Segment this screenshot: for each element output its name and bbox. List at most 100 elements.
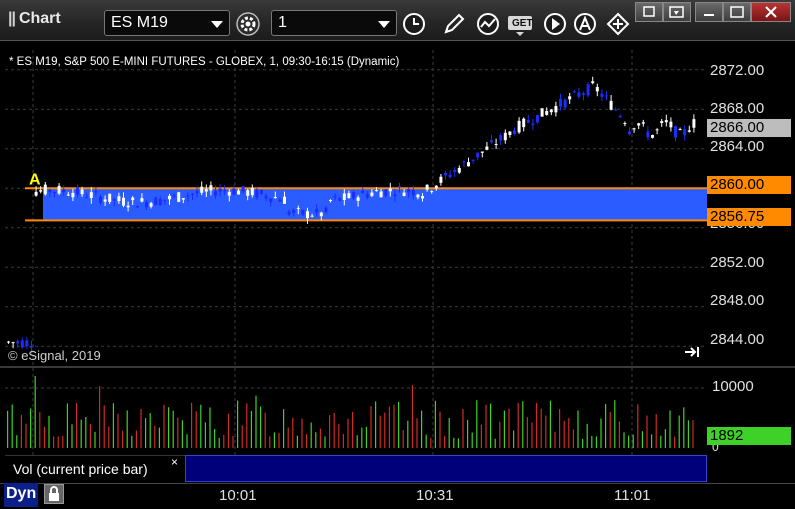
- alerts-button[interactable]: [571, 10, 599, 38]
- candle-body: [517, 120, 521, 133]
- scroll-right-icon[interactable]: [685, 347, 699, 357]
- volume-bar: [586, 423, 588, 448]
- candle-body: [342, 193, 346, 200]
- volume-bar: [591, 436, 593, 448]
- settings-button[interactable]: [234, 10, 262, 38]
- volume-study-label[interactable]: Vol (current price bar): [5, 455, 185, 483]
- volume-bar: [421, 410, 423, 448]
- candle-body: [333, 196, 337, 198]
- volume-bar: [283, 409, 285, 448]
- candle-body: [678, 129, 682, 131]
- volume-bar: [103, 405, 105, 448]
- candle-body: [453, 169, 457, 172]
- volume-bar: [416, 418, 418, 448]
- volume-bar: [375, 401, 377, 448]
- candle-body: [490, 140, 493, 143]
- volume-bar: [402, 430, 404, 448]
- draw-tool-button[interactable]: [440, 10, 468, 38]
- volume-bar: [310, 422, 312, 448]
- volume-bar: [471, 432, 473, 448]
- toolbar: || Chart ES M19 1 GET: [0, 0, 795, 41]
- dock-button[interactable]: [663, 2, 691, 22]
- candle-body: [145, 201, 148, 208]
- candle-body: [499, 135, 503, 141]
- volume-bar: [462, 408, 464, 448]
- volume-bar: [448, 417, 450, 448]
- volume-bar: [499, 421, 501, 448]
- dynamic-mode-label[interactable]: Dyn: [4, 483, 39, 507]
- volume-bar: [287, 427, 289, 448]
- volume-bar: [563, 420, 565, 448]
- get-data-button[interactable]: GET: [506, 10, 536, 38]
- candle-body: [430, 191, 434, 193]
- candle-body: [62, 189, 66, 192]
- lock-button[interactable]: [44, 484, 64, 504]
- volume-bar: [62, 435, 64, 448]
- volume-bar: [674, 436, 676, 448]
- y-tick: 2852.00: [710, 254, 765, 271]
- volume-bar: [600, 418, 602, 448]
- candle-body: [375, 190, 378, 192]
- volume-bar: [531, 422, 533, 448]
- time-axis[interactable]: 10:01 10:31 11:01: [0, 483, 795, 509]
- volume-bar: [444, 435, 446, 448]
- maximize-button[interactable]: [723, 2, 751, 22]
- close-study-icon[interactable]: ×: [171, 455, 178, 469]
- price-plot[interactable]: A: [5, 50, 707, 366]
- drag-handle-icon[interactable]: ||: [8, 10, 16, 27]
- candle-body: [7, 341, 10, 343]
- candle-body: [57, 185, 61, 194]
- candle-body: [632, 128, 636, 130]
- volume-bar: [425, 434, 427, 448]
- volume-study-bar[interactable]: [185, 455, 707, 482]
- window-title[interactable]: || Chart: [8, 10, 61, 28]
- volume-bar: [609, 411, 611, 448]
- minimize-button[interactable]: [695, 2, 723, 22]
- time-button[interactable]: [400, 10, 428, 38]
- candle-body: [352, 191, 355, 199]
- price-chart-svg: A: [5, 50, 707, 366]
- volume-bar: [480, 424, 482, 448]
- candle-body: [513, 130, 516, 134]
- candle-body: [319, 212, 323, 217]
- candle-body: [595, 87, 599, 92]
- symbol-dropdown[interactable]: ES M19: [104, 10, 230, 36]
- volume-bar: [126, 410, 128, 448]
- play-button[interactable]: [541, 10, 569, 38]
- volume-bar: [517, 402, 519, 448]
- candle-body: [269, 198, 273, 203]
- candle-body: [361, 190, 365, 194]
- volume-bar: [490, 403, 492, 448]
- interval-dropdown[interactable]: 1: [271, 10, 397, 36]
- candle-body: [53, 192, 56, 194]
- studies-button[interactable]: [474, 10, 502, 38]
- volume-bar: [407, 420, 409, 448]
- candle-body: [669, 121, 673, 128]
- volume-bar: [641, 431, 643, 448]
- symbol-value: ES M19: [111, 14, 168, 31]
- pencil-icon: [444, 13, 465, 34]
- volume-bar: [269, 436, 271, 448]
- play-icon: [544, 13, 566, 35]
- candle-body: [582, 93, 585, 95]
- volume-bar: [632, 434, 634, 448]
- volume-bar: [181, 420, 183, 448]
- candle-body: [655, 129, 659, 131]
- volume-bar: [678, 415, 680, 448]
- restore-button[interactable]: [635, 2, 663, 22]
- volume-bar: [485, 404, 487, 448]
- candle-body: [457, 167, 461, 173]
- candle-body: [568, 96, 572, 100]
- candle-body: [540, 108, 544, 117]
- close-button[interactable]: [751, 2, 791, 22]
- volume-bar: [30, 408, 32, 448]
- link-button[interactable]: [604, 10, 632, 38]
- volume-bar: [664, 429, 666, 448]
- candle-body: [411, 189, 415, 196]
- volume-bar: [94, 431, 96, 448]
- volume-plot[interactable]: [5, 368, 707, 456]
- volume-bar: [140, 408, 142, 448]
- candle-body: [494, 143, 498, 145]
- volume-bar: [568, 417, 570, 448]
- volume-bar: [494, 438, 496, 448]
